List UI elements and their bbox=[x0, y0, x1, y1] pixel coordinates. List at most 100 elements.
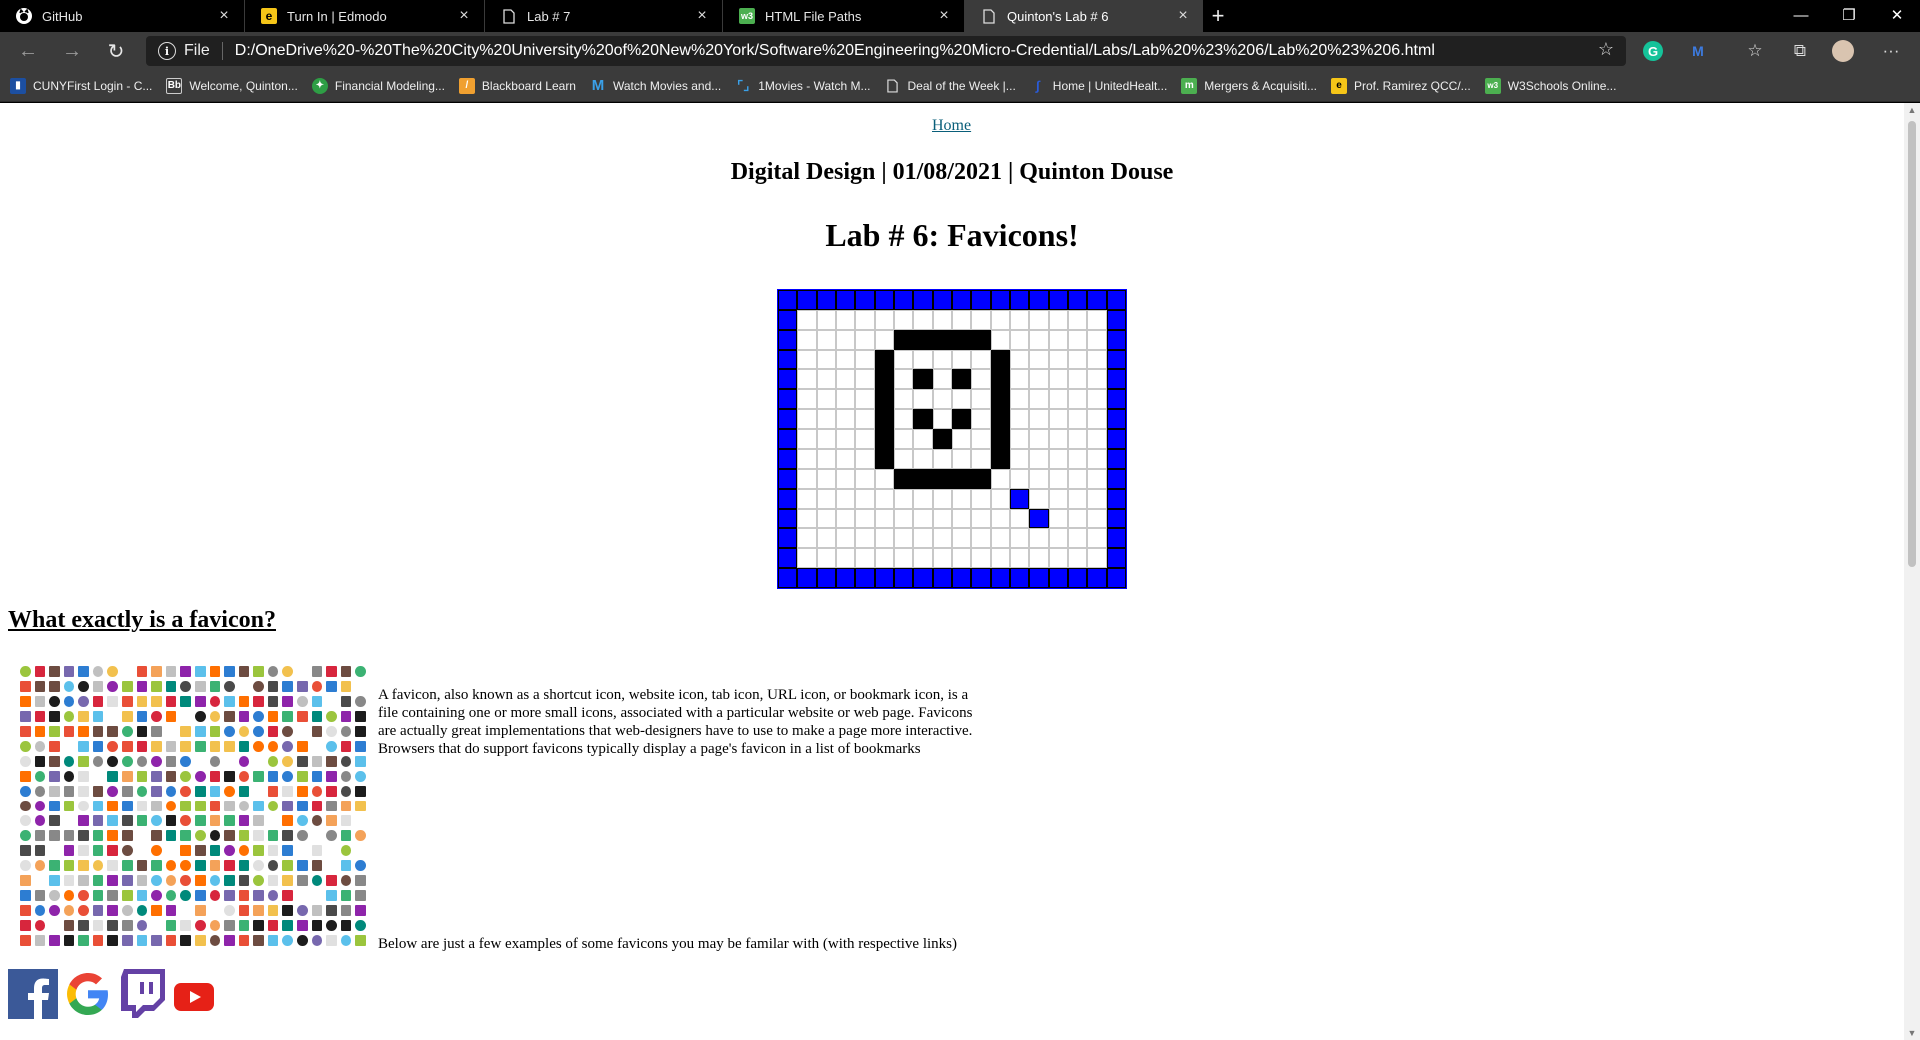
close-window-button[interactable]: ✕ bbox=[1874, 0, 1920, 30]
grid-cell bbox=[836, 329, 856, 350]
tab-lab-7[interactable]: Lab # 7 × bbox=[485, 0, 723, 32]
collage-favicon bbox=[253, 740, 264, 752]
collage-favicon bbox=[253, 666, 264, 677]
grid-cell bbox=[1068, 568, 1088, 588]
collage-favicon bbox=[311, 725, 323, 737]
close-icon[interactable]: × bbox=[1173, 7, 1193, 25]
bookmark-cunyfirst[interactable]: ▮ CUNYFirst Login - C... bbox=[10, 77, 152, 94]
back-button[interactable]: ← bbox=[6, 32, 50, 70]
favorites-icon[interactable]: ☆ bbox=[1742, 38, 1768, 64]
grid-cell bbox=[1068, 488, 1088, 509]
youtube-icon[interactable] bbox=[174, 983, 214, 1015]
grid-cell bbox=[932, 468, 952, 489]
scrollbar-thumb[interactable] bbox=[1908, 121, 1916, 567]
collage-favicon bbox=[49, 890, 60, 902]
profile-avatar[interactable] bbox=[1832, 40, 1854, 62]
collage-favicon bbox=[238, 905, 250, 917]
grid-cell bbox=[816, 468, 836, 489]
bookmark-mergers[interactable]: m Mergers & Acquisiti... bbox=[1181, 77, 1317, 94]
collage-favicon bbox=[297, 875, 308, 887]
collage-favicon bbox=[238, 860, 250, 872]
collage-favicon bbox=[136, 680, 148, 692]
page-scrollbar[interactable]: ▲ ▼ bbox=[1904, 103, 1920, 1040]
collage-favicon bbox=[20, 755, 31, 767]
collage-favicon bbox=[326, 905, 337, 917]
restore-button[interactable]: ❐ bbox=[1826, 0, 1872, 30]
bookmark-label: Prof. Ramirez QCC/... bbox=[1354, 78, 1471, 93]
tab-html-file-paths[interactable]: w3 HTML File Paths × bbox=[723, 0, 965, 32]
url-text[interactable]: D:/OneDrive%20-%20The%20City%20Universit… bbox=[235, 42, 1435, 60]
grid-cell bbox=[913, 548, 933, 569]
close-icon[interactable]: × bbox=[454, 7, 474, 25]
collage-favicon bbox=[122, 695, 133, 707]
collage-favicon bbox=[151, 666, 162, 677]
more-menu-icon[interactable]: ··· bbox=[1878, 38, 1904, 64]
collage-favicon bbox=[49, 770, 60, 782]
bookmark-1movies[interactable]: ⌜⌟ 1Movies - Watch M... bbox=[735, 78, 870, 94]
grid-cell bbox=[1106, 548, 1126, 569]
scroll-up-arrow-icon[interactable]: ▲ bbox=[1904, 105, 1920, 115]
grid-cell bbox=[1010, 329, 1030, 350]
grid-cell bbox=[952, 448, 972, 469]
bookmark-watch-movies[interactable]: M Watch Movies and... bbox=[590, 77, 722, 94]
collage-favicon bbox=[253, 786, 264, 797]
grid-cell bbox=[855, 409, 875, 430]
grid-cell bbox=[913, 329, 933, 350]
grid-cell bbox=[1106, 329, 1126, 350]
grid-cell bbox=[932, 568, 952, 588]
info-icon[interactable]: i bbox=[158, 42, 176, 60]
twitch-icon[interactable] bbox=[118, 967, 168, 1023]
new-tab-button[interactable]: + bbox=[1203, 0, 1233, 32]
bookmark-welcome[interactable]: Bb Welcome, Quinton... bbox=[166, 77, 298, 94]
favorite-star-icon[interactable]: ☆ bbox=[1598, 39, 1614, 60]
collage-favicon bbox=[355, 890, 366, 902]
collage-favicon bbox=[224, 695, 235, 707]
close-icon[interactable]: × bbox=[934, 7, 954, 25]
collage-favicon bbox=[355, 830, 366, 842]
grid-cell bbox=[990, 488, 1010, 509]
home-link[interactable]: Home bbox=[932, 117, 971, 135]
grid-cell bbox=[1087, 290, 1107, 310]
close-icon[interactable]: × bbox=[692, 7, 712, 25]
grid-cell bbox=[952, 309, 972, 330]
facebook-icon[interactable] bbox=[8, 969, 58, 1023]
grid-cell bbox=[778, 409, 798, 430]
collage-favicon bbox=[136, 785, 148, 797]
collage-favicon bbox=[282, 800, 294, 812]
collage-favicon bbox=[267, 830, 279, 842]
grid-cell bbox=[1087, 528, 1107, 549]
collage-favicon bbox=[20, 905, 31, 917]
bookmark-w3schools[interactable]: w3 W3Schools Online... bbox=[1484, 77, 1616, 94]
grammarly-icon[interactable]: G bbox=[1643, 41, 1663, 61]
collage-favicon bbox=[151, 695, 162, 707]
tab-edmodo[interactable]: e Turn In | Edmodo × bbox=[245, 0, 485, 32]
collage-favicon bbox=[92, 785, 104, 797]
grid-cell bbox=[855, 528, 875, 549]
bookmark-unitedhealth[interactable]: ∫ Home | UnitedHealt... bbox=[1030, 78, 1167, 94]
grid-cell bbox=[1068, 389, 1088, 410]
collage-favicon bbox=[34, 830, 46, 842]
refresh-button[interactable]: ↻ bbox=[94, 32, 138, 70]
collage-favicon bbox=[253, 756, 264, 767]
grid-cell bbox=[816, 309, 836, 330]
extension-m-icon[interactable]: M bbox=[1685, 38, 1711, 64]
grid-cell bbox=[1087, 309, 1107, 330]
close-icon[interactable]: × bbox=[214, 7, 234, 25]
bookmark-blackboard-learn[interactable]: / Blackboard Learn bbox=[458, 77, 576, 94]
minimize-button[interactable]: — bbox=[1778, 0, 1824, 30]
tab-github[interactable]: GitHub × bbox=[0, 0, 245, 32]
grid-cell bbox=[855, 468, 875, 489]
collage-favicon bbox=[253, 905, 264, 917]
forward-button[interactable]: → bbox=[50, 32, 94, 70]
address-bar[interactable]: i File D:/OneDrive%20-%20The%20City%20Un… bbox=[146, 36, 1626, 66]
google-icon[interactable] bbox=[64, 969, 112, 1023]
bookmark-deal-of-week[interactable]: Deal of the Week |... bbox=[885, 78, 1016, 94]
grid-cell bbox=[913, 349, 933, 370]
scroll-down-arrow-icon[interactable]: ▼ bbox=[1904, 1028, 1920, 1038]
bookmark-financial-modeling[interactable]: ✦ Financial Modeling... bbox=[311, 77, 445, 94]
bookmark-prof-ramirez[interactable]: e Prof. Ramirez QCC/... bbox=[1331, 77, 1471, 94]
collections-icon[interactable]: ⧉ bbox=[1787, 38, 1813, 64]
collage-favicon bbox=[282, 920, 294, 932]
tab-quintons-lab-6[interactable]: Quinton's Lab # 6 × bbox=[965, 0, 1203, 32]
collage-favicon bbox=[209, 680, 221, 692]
